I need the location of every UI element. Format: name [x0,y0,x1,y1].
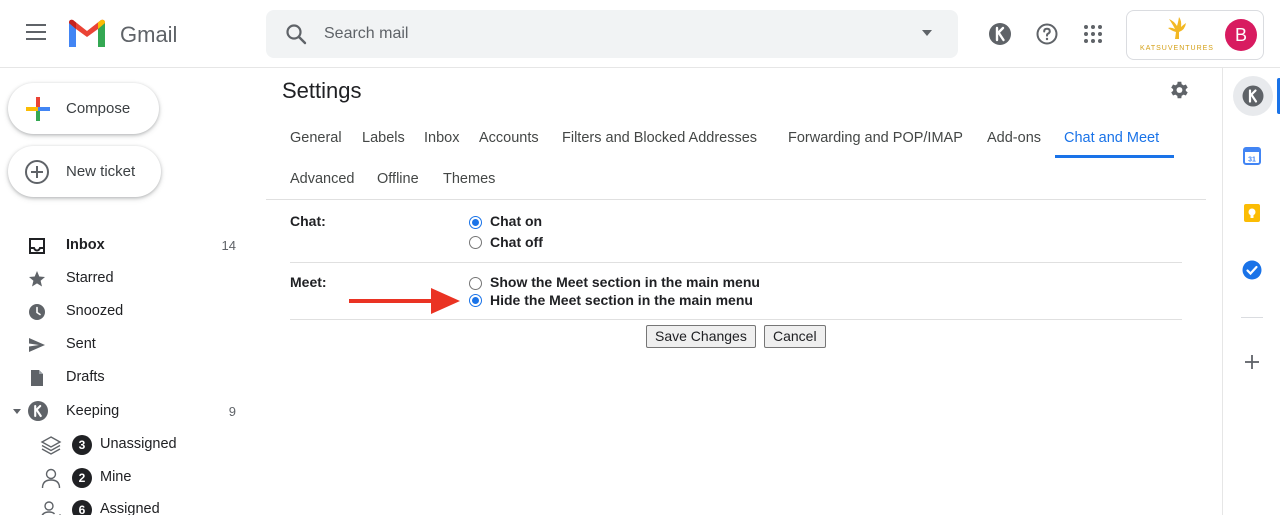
avatar[interactable]: B [1225,19,1257,51]
rooster-icon [1168,17,1186,39]
tab-inbox[interactable]: Inbox [424,130,459,146]
new-ticket-button[interactable]: New ticket [8,146,161,197]
tab-labels[interactable]: Labels [362,130,405,146]
search-icon[interactable] [284,22,308,46]
page-title: Settings [282,78,362,103]
people-icon [41,501,61,515]
star-icon [29,271,45,287]
row-divider [290,262,1182,263]
keeping-k-icon [1242,85,1264,107]
chat-off-radio[interactable] [469,236,482,249]
tab-accounts[interactable]: Accounts [479,130,539,146]
sidebar-item-unassigned[interactable]: 3 Unassigned [0,428,250,461]
annotation-arrow-icon [349,288,460,314]
show-meet-label[interactable]: Show the Meet section in the main menu [490,274,760,290]
account-switcher[interactable]: KATSUVENTURES B [1126,10,1264,60]
side-panel-divider [1241,317,1263,318]
keeping-panel-button[interactable] [1233,76,1273,116]
tabs-divider [266,199,1206,200]
compose-label: Compose [66,100,131,117]
svg-text:31: 31 [1248,157,1256,164]
count-badge: 2 [72,468,92,488]
tab-add-ons[interactable]: Add-ons [987,130,1041,146]
hide-meet-label[interactable]: Hide the Meet section in the main menu [490,292,753,308]
plus-icon[interactable] [1241,351,1263,373]
layers-icon [40,436,62,455]
inbox-icon [29,238,45,254]
unread-count: 9 [228,404,236,419]
sidebar-item-inbox[interactable]: Inbox 14 [0,229,250,262]
tab-advanced[interactable]: Advanced [290,171,355,187]
count-badge: 3 [72,435,92,455]
gmail-logo-icon[interactable] [67,17,107,49]
sidebar-item-label: Drafts [66,369,105,385]
brand-name: KATSUVENTURES [1140,45,1214,52]
gear-icon[interactable] [1168,79,1190,101]
calendar-icon[interactable]: 31 [1241,145,1263,167]
tasks-icon[interactable] [1241,259,1263,281]
cancel-button[interactable]: Cancel [764,325,826,348]
top-bar: Gmail KATSUVENTURES B [0,0,1280,68]
sidebar-item-sent[interactable]: Sent [0,328,250,361]
sidebar-item-label: Assigned [100,501,160,515]
sidebar-item-label: Unassigned [100,436,177,452]
help-icon[interactable] [1035,22,1059,46]
tab-general[interactable]: General [290,130,342,146]
meet-setting-label: Meet: [290,274,327,290]
hide-meet-radio[interactable] [469,294,482,307]
side-panel: 31 [1222,68,1280,515]
new-ticket-label: New ticket [66,163,136,180]
count-badge: 6 [72,500,92,515]
show-meet-radio[interactable] [469,277,482,290]
sidebar-item-label: Snoozed [66,303,124,319]
keeping-icon [28,401,48,421]
sidebar-item-starred[interactable]: Starred [0,262,250,295]
sidebar-item-keeping[interactable]: Keeping 9 [0,395,250,428]
sidebar-item-label: Mine [100,469,132,485]
person-icon [41,468,61,489]
sidebar-item-assigned[interactable]: 6 Assigned [0,493,250,515]
chat-on-label[interactable]: Chat on [490,213,542,229]
unread-count: 14 [221,238,236,253]
search-options-chevron-down-icon[interactable] [922,30,932,36]
katsuventures-logo: KATSUVENTURES [1135,15,1219,55]
keep-notes-icon[interactable] [1241,202,1263,224]
keeping-k-icon[interactable] [988,22,1012,46]
apps-grid-icon[interactable] [1081,22,1105,46]
app-name: Gmail [120,22,178,47]
sidebar-item-snoozed[interactable]: Snoozed [0,295,250,328]
sidebar-item-drafts[interactable]: Drafts [0,361,250,394]
compose-button[interactable]: Compose [8,83,159,134]
main-menu-icon[interactable] [26,24,48,42]
search-bar[interactable] [266,10,958,58]
chat-on-radio[interactable] [469,216,482,229]
search-input[interactable] [324,22,884,46]
sidebar-item-label: Keeping [66,403,120,419]
sidebar-item-mine[interactable]: 2 Mine [0,461,250,494]
expand-chevron-down-icon[interactable] [13,409,21,414]
sidebar-item-label: Inbox [66,237,105,253]
chat-off-label[interactable]: Chat off [490,234,543,250]
add-circle-icon [25,160,49,184]
send-icon [29,338,45,352]
sidebar-item-label: Sent [66,336,96,352]
clock-icon [29,304,45,320]
chat-setting-label: Chat: [290,213,326,229]
tab-filters-and-blocked-addresses[interactable]: Filters and Blocked Addresses [562,130,757,146]
draft-icon [31,370,43,386]
save-changes-button[interactable]: Save Changes [646,325,756,348]
active-tab-indicator [1055,155,1174,158]
row-divider [290,319,1182,320]
tab-chat-and-meet[interactable]: Chat and Meet [1064,130,1159,146]
sidebar-item-label: Starred [66,270,114,286]
tab-offline[interactable]: Offline [377,171,419,187]
tab-forwarding-and-pop-imap[interactable]: Forwarding and POP/IMAP [788,130,963,146]
tab-themes[interactable]: Themes [443,171,495,187]
plus-icon [26,97,50,121]
